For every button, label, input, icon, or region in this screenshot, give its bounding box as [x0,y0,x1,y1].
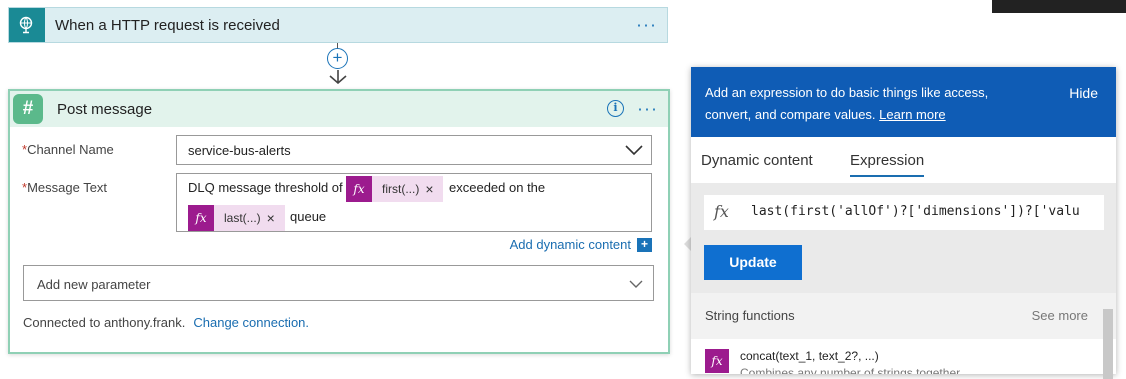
tab-expression[interactable]: Expression [850,152,925,177]
window-corner [992,0,1126,13]
expression-text: last(first('allOf')?['dimensions'])?['va… [751,204,1080,219]
last-expression-token[interactable]: fx last(...) × [188,205,285,231]
slack-icon: # [13,94,43,124]
panel-header: Add an expression to do basic things lik… [691,67,1116,137]
card-header[interactable]: # Post message i ··· [10,91,668,127]
learn-more-link[interactable]: Learn more [879,107,945,122]
insert-step-button[interactable]: + [327,48,348,69]
remove-token-icon[interactable]: × [267,210,281,226]
info-icon[interactable]: i [607,100,624,117]
chevron-down-icon [625,145,643,156]
expression-area: fx last(first('allOf')?['dimensions'])?[… [691,183,1116,293]
function-icon: fx [188,205,214,231]
token-label: last(...) [224,211,261,225]
add-dynamic-label: Add dynamic content [509,237,631,252]
tab-dynamic-content[interactable]: Dynamic content [701,152,813,169]
first-expression-token[interactable]: fx first(...) × [346,176,443,202]
post-message-card: # Post message i ··· *Channel Name servi… [8,89,670,354]
list-item[interactable]: fx concat(text_1, text_2?, ...) Combines… [691,339,1116,374]
function-icon: fx [346,176,372,202]
trigger-title: When a HTTP request is received [55,16,280,34]
panel-tabs: Dynamic content Expression [691,137,1116,183]
function-name: concat(text_1, text_2?, ...) [740,349,879,363]
add-parameter-placeholder: Add new parameter [37,277,151,292]
http-request-icon [9,8,45,42]
remove-token-icon[interactable]: × [425,181,439,197]
add-icon: + [637,237,652,252]
string-functions-header: String functions See more [691,293,1116,339]
section-title: String functions [705,308,795,323]
message-prefix: DLQ message threshold of [188,180,343,195]
channel-name-label: *Channel Name [22,142,114,157]
add-new-parameter-select[interactable]: Add new parameter [23,265,654,301]
dynamic-content-panel: Add an expression to do basic things lik… [691,67,1116,374]
message-middle: exceeded on the [449,180,546,195]
connected-text: Connected to anthony.frank. [23,315,186,330]
channel-name-select[interactable]: service-bus-alerts [176,135,652,165]
update-button[interactable]: Update [704,245,802,280]
function-description: Combines any number of strings together [740,366,961,374]
channel-name-value: service-bus-alerts [188,143,291,158]
arrow-down-icon [329,70,347,84]
panel-description: Add an expression to do basic things lik… [705,85,989,122]
trigger-card[interactable]: When a HTTP request is received ··· [8,7,668,43]
scrollbar[interactable] [1103,309,1113,379]
add-dynamic-content-link[interactable]: Add dynamic content + [510,237,652,252]
card-menu-icon[interactable]: ··· [637,99,658,120]
message-text-field[interactable]: DLQ message threshold of fx first(...) ×… [176,173,652,232]
message-suffix: queue [290,209,327,224]
message-text-label: *Message Text [22,180,108,195]
see-more-link[interactable]: See more [1032,308,1088,323]
token-label: first(...) [382,182,420,196]
chevron-down-icon [629,280,643,288]
function-icon: fx [714,202,729,221]
trigger-menu-icon[interactable]: ··· [636,15,657,36]
hide-button[interactable]: Hide [1069,82,1098,104]
change-connection-link[interactable]: Change connection. [193,315,309,330]
function-icon: fx [705,349,729,373]
connection-info: Connected to anthony.frank. Change connec… [23,315,309,330]
expression-input[interactable]: fx last(first('allOf')?['dimensions'])?[… [704,195,1104,230]
card-title: Post message [57,100,153,118]
